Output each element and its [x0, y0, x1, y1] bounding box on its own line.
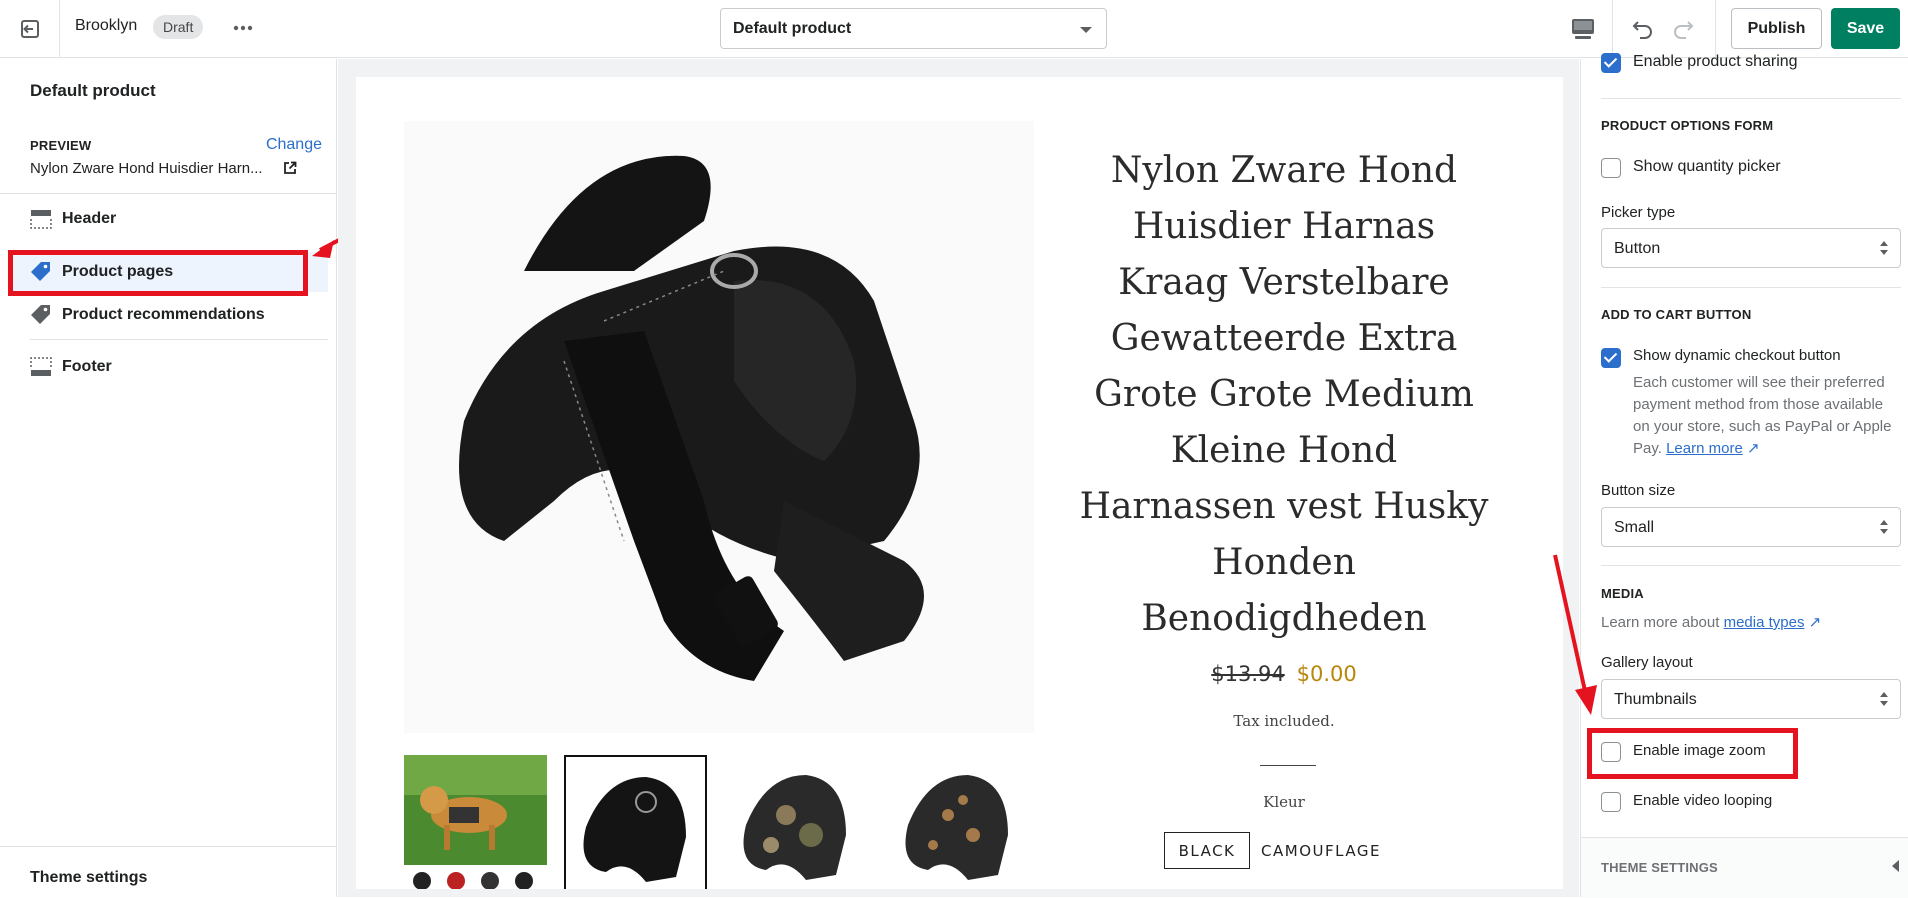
divider — [1612, 0, 1613, 58]
divider — [30, 339, 328, 340]
button-size-value: Small — [1614, 519, 1655, 536]
preview-product-name: Nylon Zware Hond Huisdier Harn... — [30, 160, 263, 177]
divider — [0, 193, 336, 194]
redo-button[interactable] — [1668, 14, 1698, 44]
undo-icon — [1632, 21, 1652, 39]
product-title: Nylon Zware Hond Huisdier Harnas Kraag V… — [1079, 150, 1489, 639]
theme-settings-link[interactable]: Theme settings — [30, 869, 147, 887]
enable-sharing-label: Enable product sharing — [1633, 53, 1798, 70]
select-arrows-icon — [1880, 241, 1888, 255]
select-arrows-icon — [1880, 692, 1888, 706]
sidebar-item-header[interactable]: Header — [10, 199, 328, 239]
footer-section-icon — [30, 356, 52, 378]
theme-settings-section[interactable]: THEME SETTINGS — [1581, 838, 1908, 898]
select-arrows-icon — [1880, 520, 1888, 534]
sidebar: Default product PREVIEW Change Nylon Zwa… — [0, 59, 337, 897]
publish-button[interactable]: Publish — [1731, 8, 1822, 49]
dynamic-checkout-checkbox[interactable] — [1601, 348, 1621, 368]
external-link-icon: ↗ — [1808, 614, 1822, 631]
divider — [1601, 565, 1901, 566]
media-help: Learn more about media types ↗ — [1601, 612, 1901, 634]
more-horizontal-icon — [233, 25, 253, 31]
external-link-icon[interactable] — [283, 161, 297, 180]
sidebar-item-footer[interactable]: Footer — [10, 347, 328, 387]
sidebar-item-label: Product recommendations — [62, 306, 265, 323]
theme-name: Brooklyn — [75, 17, 138, 34]
button-size-label: Button size — [1601, 482, 1676, 499]
add-to-cart-heading: ADD TO CART BUTTON — [1601, 307, 1752, 322]
tax-note: Tax included. — [1233, 712, 1335, 730]
sidebar-item-product-recommendations[interactable]: Product recommendations — [10, 295, 328, 335]
enable-sharing-checkbox[interactable] — [1601, 53, 1621, 73]
template-select[interactable]: Default product — [720, 8, 1107, 49]
product-thumbnail[interactable] — [888, 755, 1031, 889]
picker-type-value: Button — [1614, 240, 1661, 257]
divider — [1260, 765, 1316, 766]
exit-button[interactable] — [0, 0, 60, 58]
save-button[interactable]: Save — [1831, 8, 1900, 49]
video-looping-label: Enable video looping — [1633, 792, 1773, 809]
help-text: Learn more about — [1601, 614, 1720, 631]
product-thumbnail[interactable] — [726, 755, 869, 889]
divider — [1601, 287, 1901, 288]
product-thumbnail-selected[interactable] — [564, 755, 707, 889]
options-form-heading: PRODUCT OPTIONS FORM — [1601, 118, 1774, 133]
sidebar-title: Default product — [30, 81, 156, 100]
variant-swatch-black[interactable]: BLACK — [1164, 832, 1250, 869]
chevron-left-icon — [1892, 860, 1899, 872]
variant-swatch-camouflage[interactable]: CAMOUFLAGE — [1259, 832, 1383, 869]
sidebar-item-label: Header — [62, 210, 117, 227]
change-preview-link[interactable]: Change — [266, 136, 322, 154]
sidebar-item-label: Footer — [62, 358, 112, 375]
external-link-icon: ↗ — [1746, 440, 1760, 457]
template-select-value: Default product — [733, 20, 852, 37]
theme-settings-heading: THEME SETTINGS — [1601, 860, 1718, 875]
tag-icon — [30, 304, 52, 326]
media-types-link[interactable]: media types — [1724, 614, 1805, 631]
annotation-arrow-icon — [1553, 554, 1597, 715]
color-option-label: Kleur — [1263, 793, 1305, 811]
desktop-icon — [1572, 19, 1594, 39]
button-size-select[interactable]: Small — [1601, 507, 1901, 547]
divider — [1715, 0, 1716, 58]
preview-label: PREVIEW — [30, 138, 92, 153]
product-thumbnail[interactable] — [404, 755, 547, 889]
picker-type-select[interactable]: Button — [1601, 228, 1901, 268]
device-preview-button[interactable] — [1568, 14, 1598, 44]
exit-icon — [20, 20, 39, 38]
compare-at-price: $13.94 — [1211, 662, 1285, 686]
gallery-layout-label: Gallery layout — [1601, 654, 1693, 671]
divider — [0, 846, 336, 847]
undo-button[interactable] — [1628, 14, 1658, 44]
show-quantity-label: Show quantity picker — [1633, 158, 1781, 175]
redo-icon — [1674, 21, 1694, 39]
sale-price: $0.00 — [1296, 662, 1357, 686]
price-row: $13.94 $0.00 — [1074, 662, 1494, 687]
divider — [1601, 98, 1901, 99]
show-quantity-checkbox[interactable] — [1601, 158, 1621, 178]
top-bar: Brooklyn Draft Default product Publish S… — [0, 0, 1908, 58]
learn-more-link[interactable]: Learn more — [1666, 440, 1743, 457]
gallery-layout-select[interactable]: Thumbnails — [1601, 679, 1901, 719]
header-section-icon — [30, 208, 52, 230]
media-heading: MEDIA — [1601, 586, 1644, 601]
dynamic-checkout-help: Each customer will see their preferred p… — [1633, 372, 1899, 460]
gallery-layout-value: Thumbnails — [1614, 691, 1697, 708]
highlight-box — [8, 250, 308, 296]
status-badge: Draft — [153, 15, 204, 39]
more-actions-button[interactable] — [228, 14, 258, 42]
video-looping-checkbox[interactable] — [1601, 792, 1621, 812]
picker-type-label: Picker type — [1601, 204, 1676, 221]
product-main-image[interactable] — [404, 121, 1034, 733]
storefront-preview[interactable]: Nylon Zware Hond Huisdier Harnas Kraag V… — [356, 77, 1563, 889]
highlight-box — [1587, 728, 1798, 779]
chevron-down-icon — [1080, 27, 1092, 33]
dynamic-checkout-label: Show dynamic checkout button — [1633, 347, 1841, 364]
